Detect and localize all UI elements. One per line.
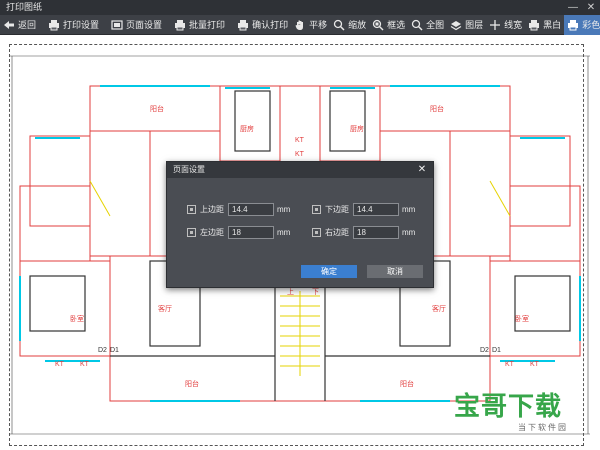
plus-icon [489, 19, 501, 31]
print-settings-label: 打印设置 [63, 20, 100, 30]
bottom-margin-row: 下边距 mm [312, 202, 415, 216]
watermark-text: 宝哥下载 [454, 392, 563, 422]
box-select-label: 框选 [387, 20, 406, 30]
batch-print-label: 批量打印 [189, 20, 226, 30]
zoom-label: 缩放 [348, 20, 367, 30]
black-white-label: 黑白 [543, 20, 562, 30]
printer-icon [174, 19, 186, 31]
cancel-button[interactable]: 取消 [367, 265, 423, 278]
printer-icon [237, 19, 249, 31]
page-icon [111, 19, 123, 31]
window-title: 打印图纸 [6, 2, 43, 12]
fit-all-label: 全图 [426, 20, 445, 30]
right-margin-row: 右边距 mm [312, 225, 415, 239]
page-settings-dialog: 页面设置 ✕ 上边距 mm 下边距 mm 左边距 mm 右边距 mm 确 [166, 161, 434, 288]
top-margin-input[interactable] [228, 202, 274, 216]
left-margin-input[interactable] [228, 225, 274, 239]
batch-print-button[interactable]: 批量打印 [171, 15, 228, 35]
black-white-button[interactable]: 黑白 [525, 15, 564, 35]
confirm-print-label: 确认打印 [252, 20, 289, 30]
pan-button[interactable]: 平移 [291, 15, 330, 35]
right-margin-icon [312, 227, 321, 237]
printer-icon [48, 19, 60, 31]
color-button[interactable]: 彩色 [564, 14, 600, 35]
back-arrow-icon [3, 19, 15, 31]
left-margin-icon [187, 227, 196, 237]
zoom-icon [411, 19, 423, 31]
box-select-button[interactable]: 框选 [369, 15, 408, 35]
dialog-title: 页面设置 [173, 165, 205, 174]
zoom-icon [372, 19, 384, 31]
watermark-subtext: 当下软件园 [518, 423, 568, 432]
minimize-icon[interactable]: — [568, 0, 578, 15]
print-settings-button[interactable]: 打印设置 [45, 15, 102, 35]
toolbar: 返回 打印设置 页面设置 批量打印 确认打印 平移 缩放 框选 全图 图层 线宽… [0, 14, 600, 35]
zoom-icon [333, 19, 345, 31]
close-icon[interactable]: ✕ [416, 162, 428, 178]
top-margin-icon [187, 204, 196, 214]
watermark: 宝哥下载 当下软件园 [454, 384, 600, 450]
dialog-title-bar: 页面设置 ✕ [167, 162, 433, 178]
color-label: 彩色 [582, 20, 600, 30]
window-controls: — ✕ [568, 0, 596, 15]
print-drawing-window: 打印图纸 — ✕ 返回 打印设置 页面设置 批量打印 确认打印 平移 缩放 框选… [0, 0, 600, 450]
top-margin-unit: mm [277, 204, 291, 214]
bottom-margin-unit: mm [402, 204, 416, 214]
left-margin-unit: mm [277, 227, 291, 237]
right-margin-input[interactable] [353, 225, 399, 239]
layers-button[interactable]: 图层 [447, 15, 486, 35]
confirm-print-button[interactable]: 确认打印 [234, 15, 291, 35]
left-margin-label: 左边距 [200, 227, 224, 237]
top-margin-row: 上边距 mm [187, 202, 290, 216]
zoom-button[interactable]: 缩放 [330, 15, 369, 35]
page-settings-button[interactable]: 页面设置 [108, 15, 165, 35]
printer-icon [528, 19, 540, 31]
right-margin-unit: mm [402, 227, 416, 237]
top-margin-label: 上边距 [200, 204, 224, 214]
bottom-margin-label: 下边距 [325, 204, 349, 214]
bottom-margin-input[interactable] [353, 202, 399, 216]
page-settings-label: 页面设置 [126, 20, 163, 30]
printer-icon [567, 19, 579, 31]
line-width-label: 线宽 [504, 20, 523, 30]
pan-label: 平移 [309, 20, 328, 30]
close-window-icon[interactable]: ✕ [586, 0, 596, 15]
fit-all-button[interactable]: 全图 [408, 15, 447, 35]
hand-icon [294, 19, 306, 31]
back-label: 返回 [18, 20, 37, 30]
title-bar: 打印图纸 — ✕ [0, 0, 600, 15]
bottom-margin-icon [312, 204, 321, 214]
back-button[interactable]: 返回 [0, 15, 39, 35]
layers-icon [450, 19, 462, 31]
left-margin-row: 左边距 mm [187, 225, 290, 239]
toolbar-view-tools: 平移 缩放 框选 全图 图层 线宽 黑白 彩色 [291, 14, 600, 35]
layers-label: 图层 [465, 20, 484, 30]
line-width-button[interactable]: 线宽 [486, 15, 525, 35]
right-margin-label: 右边距 [325, 227, 349, 237]
ok-button[interactable]: 确定 [301, 265, 357, 278]
